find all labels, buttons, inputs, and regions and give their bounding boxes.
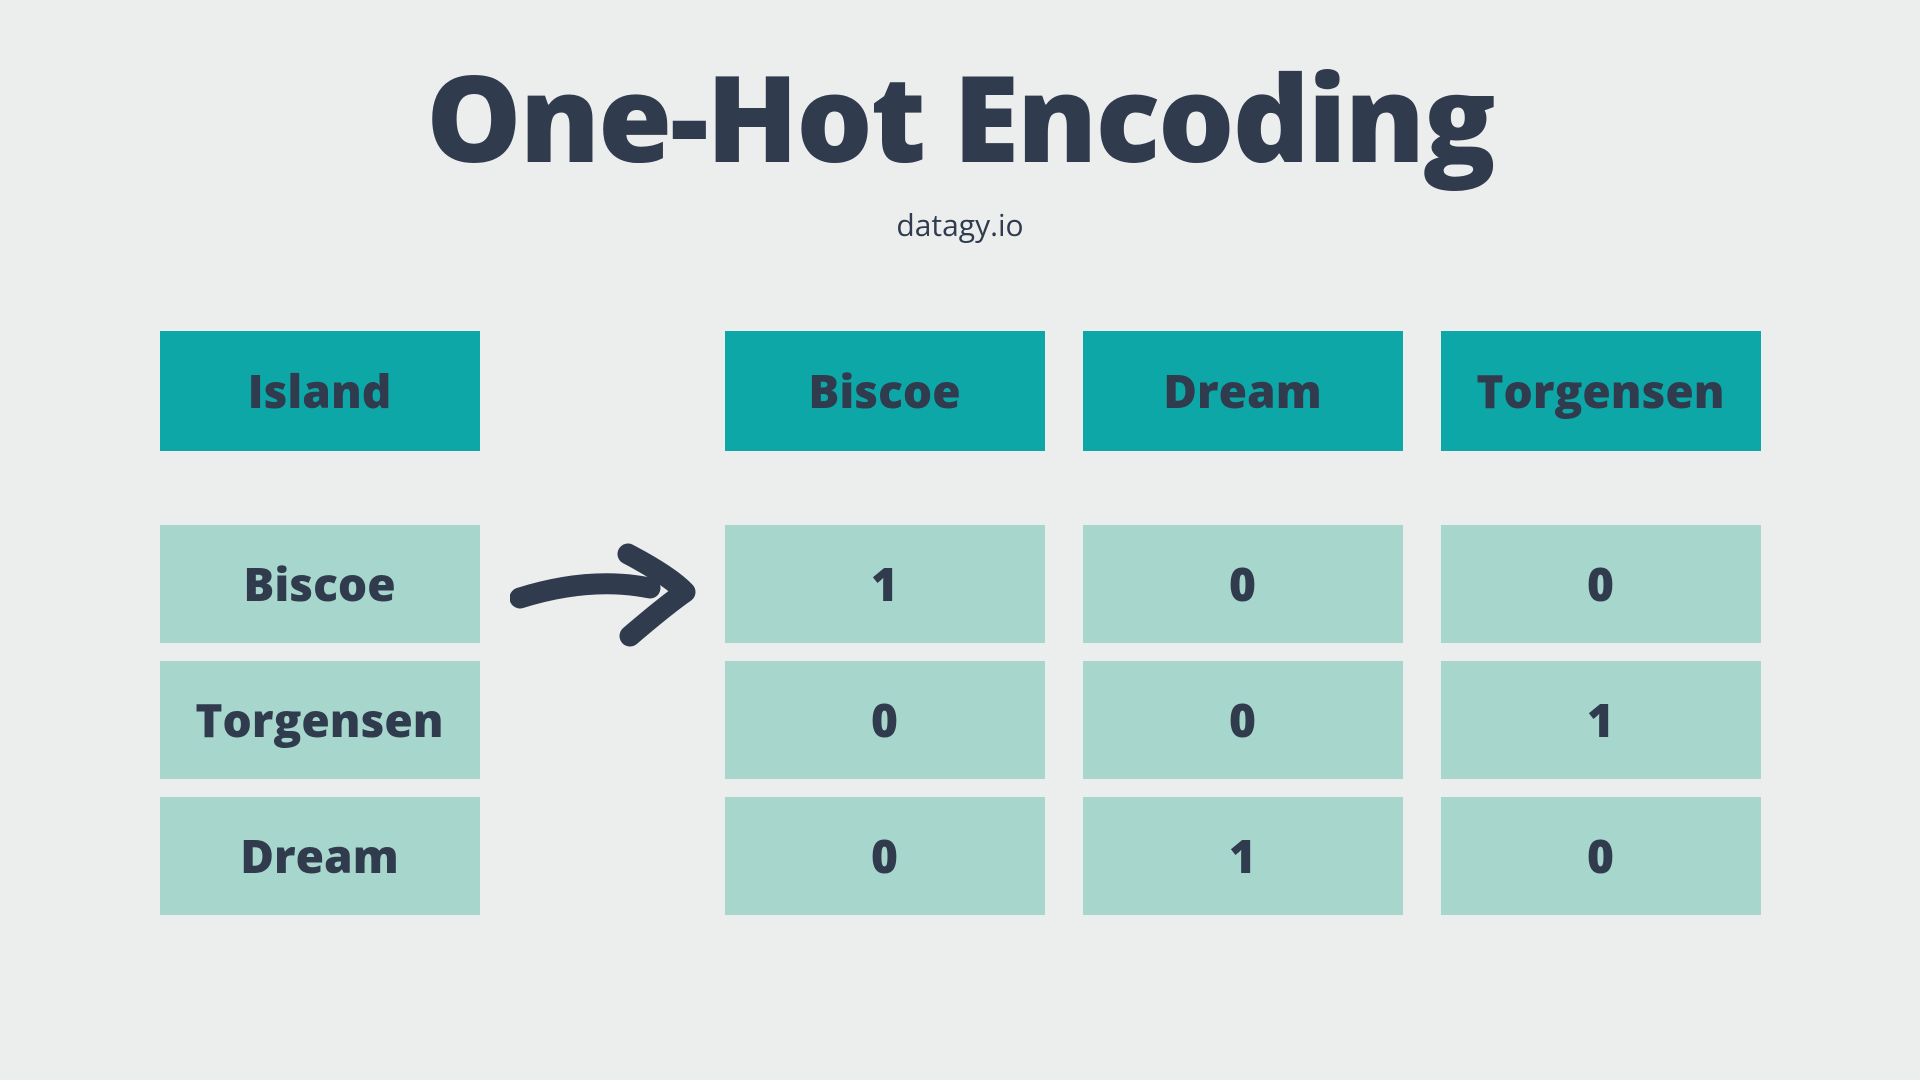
encoded-cell: 1 — [1441, 661, 1761, 779]
encoded-header: Biscoe — [725, 331, 1045, 451]
source-row: Biscoe — [160, 525, 480, 643]
source-column: Island Biscoe Torgensen Dream — [160, 331, 480, 915]
encoded-cell: 0 — [1083, 525, 1403, 643]
encoded-cell: 1 — [1083, 797, 1403, 915]
source-row: Torgensen — [160, 661, 480, 779]
arrow-icon — [510, 536, 705, 651]
encoded-header: Torgensen — [1441, 331, 1761, 451]
diagram-stage: Island Biscoe Torgensen Dream Biscoe Dre… — [160, 331, 1761, 915]
encoded-cell: 0 — [725, 797, 1045, 915]
encoded-cell: 0 — [725, 661, 1045, 779]
page-title: One-Hot Encoding — [426, 35, 1494, 198]
encoded-cell: 1 — [725, 525, 1045, 643]
encoded-columns: Biscoe Dream Torgensen 1 0 0 0 0 1 0 1 0 — [725, 331, 1761, 915]
page-subtitle: datagy.io — [896, 204, 1023, 245]
encoded-cell: 0 — [1083, 661, 1403, 779]
encoded-header: Dream — [1083, 331, 1403, 451]
source-header: Island — [160, 331, 480, 451]
encoded-cell: 0 — [1441, 797, 1761, 915]
encoded-cell: 0 — [1441, 525, 1761, 643]
source-row: Dream — [160, 797, 480, 915]
